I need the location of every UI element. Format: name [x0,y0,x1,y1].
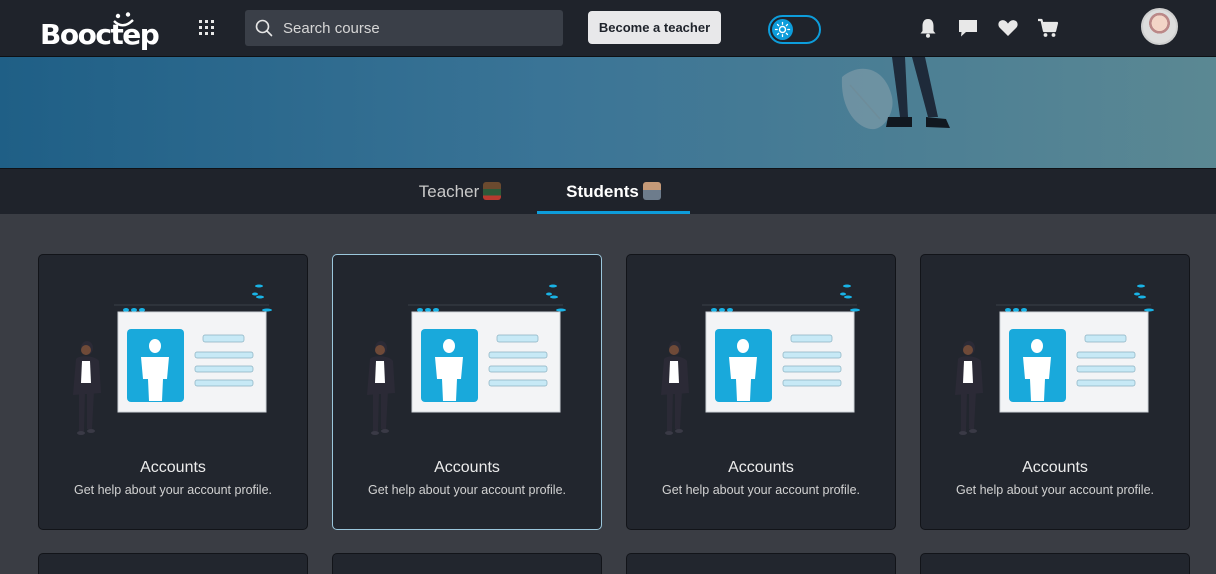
search-icon [255,19,273,37]
hero-banner [0,57,1216,168]
bell-icon[interactable] [917,17,939,39]
logo-text: Booctep [40,18,160,51]
search-input[interactable] [283,10,553,46]
tab-teacher-label: Teacher [418,182,480,201]
role-tabs: Teacher Students [0,168,1216,214]
help-card-partial[interactable] [626,553,896,574]
student-emoji-icon [642,182,661,200]
sun-icon [774,21,791,38]
card-title: Accounts [434,459,500,476]
become-teacher-button[interactable]: Become a teacher [588,11,721,44]
chat-icon[interactable] [957,17,979,39]
active-tab-indicator [537,211,690,214]
card-title: Accounts [728,459,794,476]
card-title: Accounts [140,459,206,476]
heart-icon[interactable] [997,17,1019,39]
theme-toggle-knob [772,19,793,40]
card-description: Get help about your account profile. [367,483,567,497]
account-profile-illustration [954,284,1155,436]
account-profile-illustration [660,284,861,436]
account-profile-illustration [366,284,567,436]
card-description: Get help about your account profile. [955,483,1155,497]
banner-illustration [841,57,950,130]
card-description: Get help about your account profile. [73,483,273,497]
card-title: Accounts [1022,459,1088,476]
account-profile-illustration [72,284,273,436]
help-card-partial[interactable] [920,553,1190,574]
help-card-partial[interactable] [332,553,602,574]
logo[interactable]: Booctep [40,12,160,52]
help-card[interactable]: Accounts Get help about your account pro… [332,254,602,530]
card-description: Get help about your account profile. [661,483,861,497]
help-card-partial[interactable] [38,553,308,574]
search-bar [245,10,563,46]
teacher-emoji-icon [483,182,502,200]
apps-grid-icon[interactable] [199,20,214,35]
tab-students[interactable]: Students [537,169,690,214]
user-avatar[interactable] [1141,8,1178,45]
logo-smile-icon [113,12,134,27]
help-card[interactable]: Accounts Get help about your account pro… [38,254,308,530]
help-card[interactable]: Accounts Get help about your account pro… [920,254,1190,530]
top-navbar: Booctep Become a teacher [0,0,1216,57]
tab-teacher[interactable]: Teacher [405,169,515,214]
tab-students-label: Students [566,182,639,201]
cart-icon[interactable] [1037,17,1059,39]
theme-toggle[interactable] [768,15,821,44]
help-card[interactable]: Accounts Get help about your account pro… [626,254,896,530]
